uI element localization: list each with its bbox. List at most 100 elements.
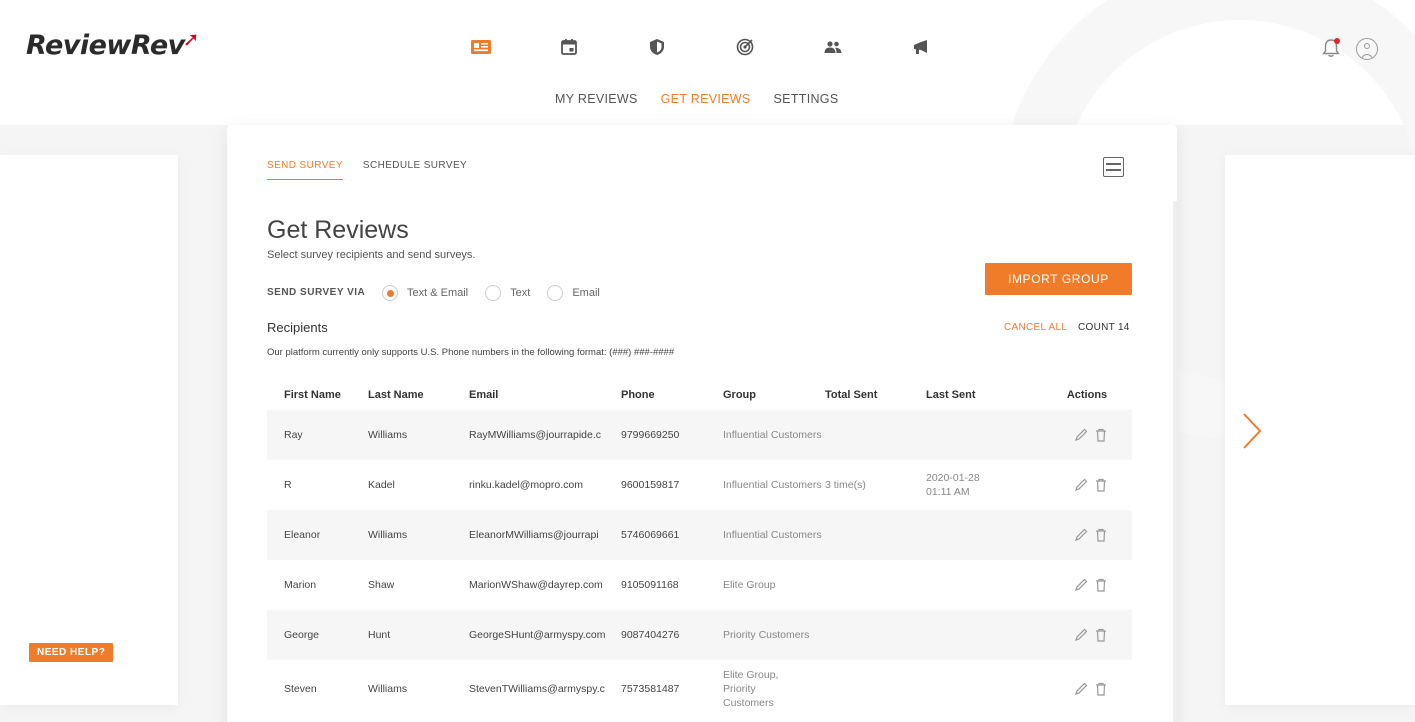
bell-icon[interactable] xyxy=(1322,38,1342,60)
row-actions xyxy=(1042,427,1132,443)
recipient-count: COUNT 14 xyxy=(1078,322,1130,333)
header-phone[interactable]: Phone xyxy=(621,389,723,401)
cell-first-name: Marion xyxy=(284,579,317,591)
import-group-button[interactable]: IMPORT GROUP xyxy=(985,263,1132,295)
cell-last-sent: 2020-01-28 01:11 AM xyxy=(926,472,980,498)
cell-phone: 5746069661 xyxy=(621,529,680,541)
cell-phone: 9600159817 xyxy=(621,479,680,491)
get-reviews-card: SEND SURVEY SCHEDULE SURVEY Get Reviews … xyxy=(227,125,1177,722)
radio-circle xyxy=(485,285,502,301)
page-title: Get Reviews xyxy=(267,216,409,244)
delete-trash-icon[interactable] xyxy=(1093,681,1109,697)
cell-email: rinku.kadel@mopro.com xyxy=(469,479,583,491)
cell-phone: 9087404276 xyxy=(621,629,680,641)
radio-selected-dot xyxy=(386,289,394,297)
calendar-icon[interactable] xyxy=(558,36,580,58)
logo[interactable]: ReviewRev➚ xyxy=(26,27,201,61)
top-bar: ReviewRev➚ MY REVIEWS GET REVIEWS SETTIN… xyxy=(0,0,1415,440)
row-actions xyxy=(1042,527,1132,543)
table-row[interactable]: George Hunt GeorgeSHunt@armyspy.com 9087… xyxy=(267,610,1132,660)
header-total-sent[interactable]: Total Sent xyxy=(825,389,926,401)
radio-text-email[interactable]: Text & Email xyxy=(382,285,468,301)
recipients-table: First Name Last Name Email Phone Group T… xyxy=(267,380,1132,718)
cell-group: Elite Group, Priority Customers xyxy=(723,669,779,709)
cell-last-name: Williams xyxy=(368,529,408,541)
page-subtitle: Select survey recipients and send survey… xyxy=(267,249,476,261)
cancel-all-link[interactable]: CANCEL ALL xyxy=(1004,322,1067,333)
delete-trash-icon[interactable] xyxy=(1093,477,1109,493)
edit-pencil-icon[interactable] xyxy=(1073,477,1089,493)
survey-tabs: SEND SURVEY SCHEDULE SURVEY xyxy=(267,160,487,180)
header-last-sent[interactable]: Last Sent xyxy=(926,389,1042,401)
edit-pencil-icon[interactable] xyxy=(1073,527,1089,543)
user-profile-icon[interactable] xyxy=(1356,38,1378,60)
radio-label: Text xyxy=(510,287,531,299)
table-row[interactable]: Eleanor Williams EleanorMWilliams@jourra… xyxy=(267,510,1132,560)
cell-total-sent: 3 time(s) xyxy=(825,479,866,491)
cell-email: RayMWilliams@jourrapide.c xyxy=(469,429,602,441)
users-icon[interactable] xyxy=(822,36,844,58)
cell-phone: 9105091168 xyxy=(621,579,679,591)
row-actions xyxy=(1042,627,1132,643)
cell-phone: 7573581487 xyxy=(621,683,680,695)
nav-my-reviews[interactable]: MY REVIEWS xyxy=(555,92,638,106)
send-via-radio-group: Text & Email Text Email xyxy=(382,285,617,301)
radio-text[interactable]: Text xyxy=(485,285,530,301)
user-head-shape xyxy=(1364,43,1370,49)
preview-icon[interactable] xyxy=(1103,157,1124,177)
cell-email: StevenTWilliams@armyspy.c xyxy=(469,683,605,695)
cell-last-name: Williams xyxy=(368,683,408,695)
shield-icon[interactable] xyxy=(646,36,668,58)
header-group[interactable]: Group xyxy=(723,389,825,401)
cell-first-name: R xyxy=(284,479,292,491)
delete-trash-icon[interactable] xyxy=(1093,577,1109,593)
header-email[interactable]: Email xyxy=(469,389,621,401)
chevron-right-icon[interactable] xyxy=(1240,412,1264,450)
header-last-name[interactable]: Last Name xyxy=(368,389,469,401)
scrollbar[interactable] xyxy=(1173,201,1177,722)
row-actions xyxy=(1016,477,1132,493)
reviews-icon[interactable] xyxy=(470,36,492,58)
edit-pencil-icon[interactable] xyxy=(1073,627,1089,643)
need-help-button[interactable]: NEED HELP? xyxy=(29,643,114,662)
cell-first-name: Steven xyxy=(284,683,317,695)
radio-email[interactable]: Email xyxy=(547,285,600,301)
table-row[interactable]: Ray Williams RayMWilliams@jourrapide.c 9… xyxy=(267,410,1132,460)
radio-label: Text & Email xyxy=(407,287,469,299)
table-row[interactable]: Steven Williams StevenTWilliams@armyspy.… xyxy=(267,660,1132,718)
notification-dot xyxy=(1334,38,1340,44)
send-via-label: SEND SURVEY VIA xyxy=(267,287,366,298)
cell-group: Priority Customers xyxy=(723,629,810,641)
cell-last-name: Hunt xyxy=(368,629,391,641)
header-actions: Actions xyxy=(1066,389,1108,401)
phone-format-note: Our platform currently only supports U.S… xyxy=(267,347,675,358)
delete-trash-icon[interactable] xyxy=(1093,427,1109,443)
row-actions xyxy=(1042,681,1132,697)
row-actions xyxy=(1042,577,1132,593)
radio-circle xyxy=(547,285,564,301)
megaphone-icon[interactable] xyxy=(910,36,932,58)
nav-get-reviews[interactable]: GET REVIEWS xyxy=(661,92,751,106)
edit-pencil-icon[interactable] xyxy=(1073,427,1089,443)
target-icon[interactable] xyxy=(734,36,756,58)
edit-pencil-icon[interactable] xyxy=(1073,577,1089,593)
nav-settings[interactable]: SETTINGS xyxy=(774,92,839,106)
logo-text: ReviewRev xyxy=(26,30,185,61)
tab-schedule-survey[interactable]: SCHEDULE SURVEY xyxy=(363,160,467,180)
header-first-name[interactable]: First Name xyxy=(267,389,368,401)
cell-group: Influential Customers xyxy=(723,429,822,441)
delete-trash-icon[interactable] xyxy=(1093,627,1109,643)
main-nav: MY REVIEWS GET REVIEWS SETTINGS xyxy=(555,92,861,106)
cell-phone: 9799669250 xyxy=(621,429,680,441)
delete-trash-icon[interactable] xyxy=(1093,527,1109,543)
table-row[interactable]: Marion Shaw MarionWShaw@dayrep.com 91050… xyxy=(267,560,1132,610)
cell-first-name: George xyxy=(284,629,320,641)
cell-first-name: Eleanor xyxy=(284,529,321,541)
table-row[interactable]: R Kadel rinku.kadel@mopro.com 9600159817… xyxy=(267,460,1132,510)
cell-email: GeorgeSHunt@armyspy.com xyxy=(469,629,606,641)
tab-send-survey[interactable]: SEND SURVEY xyxy=(267,160,343,180)
edit-pencil-icon[interactable] xyxy=(1073,681,1089,697)
cell-group: Influential Customers xyxy=(723,529,822,541)
logo-arrow-icon: ➚ xyxy=(182,27,200,51)
user-body-shape xyxy=(1361,54,1373,59)
